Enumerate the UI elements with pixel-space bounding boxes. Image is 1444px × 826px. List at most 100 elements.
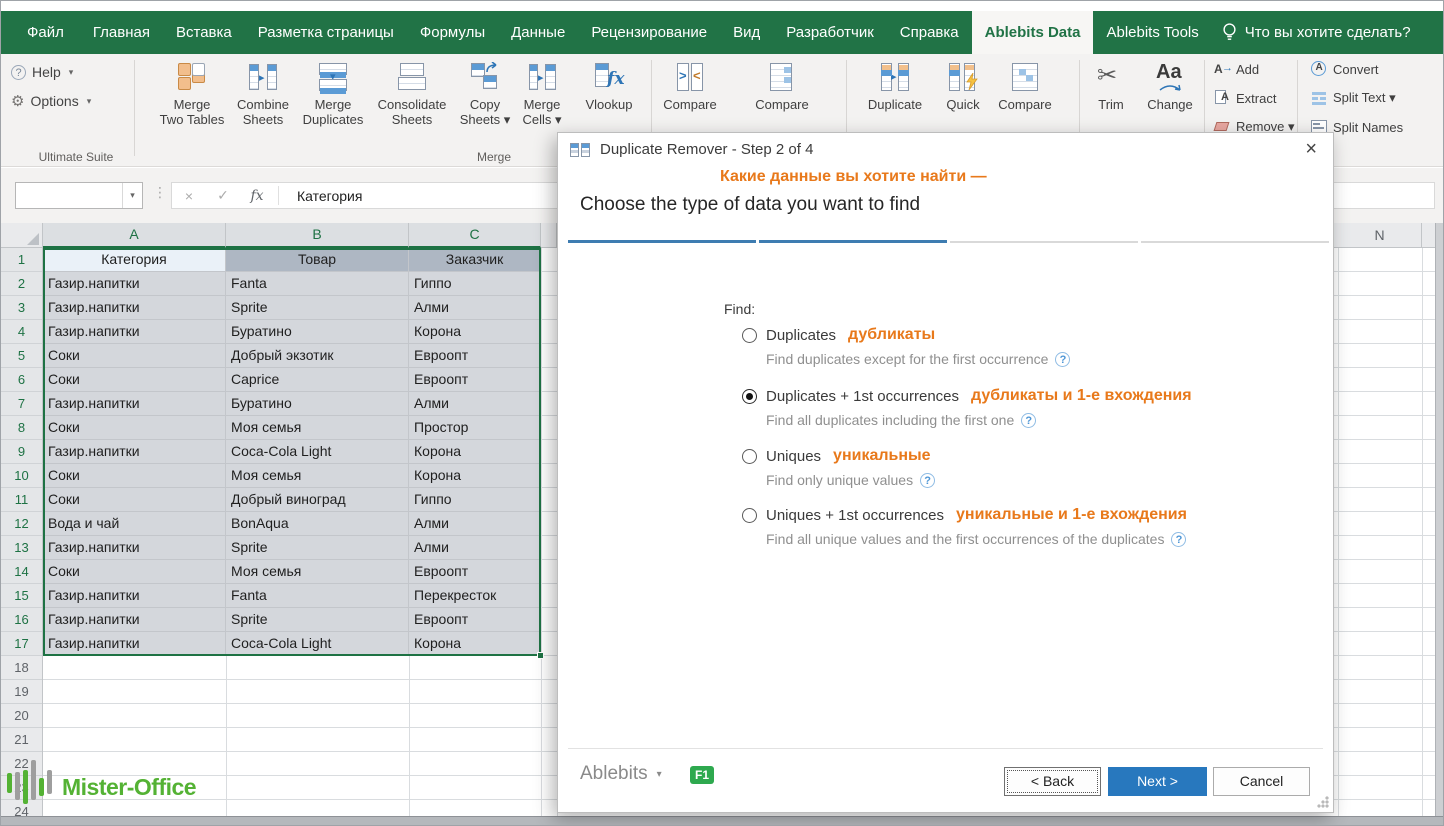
chevron-down-icon[interactable]: ▾	[122, 183, 142, 208]
header-cell[interactable]: Товар	[226, 248, 409, 272]
data-cell[interactable]: Sprite	[226, 536, 409, 560]
help-circle-icon[interactable]	[1055, 352, 1070, 367]
tab-справка[interactable]: Справка	[887, 11, 972, 54]
ablebits-brand-menu[interactable]: Ablebits ▾	[580, 763, 662, 785]
row-header-12[interactable]: 12	[1, 512, 42, 536]
row-header-15[interactable]: 15	[1, 584, 42, 608]
tab-ablebits-data[interactable]: Ablebits Data	[972, 11, 1094, 54]
data-cell[interactable]: Корона	[409, 320, 541, 344]
change-button[interactable]: AaChange	[1128, 59, 1212, 112]
insert-function-icon[interactable]: fx	[240, 188, 274, 204]
help-circle-icon[interactable]	[1171, 532, 1186, 547]
data-cell[interactable]: Моя семья	[226, 416, 409, 440]
header-cell[interactable]: Заказчик	[409, 248, 541, 272]
radio-duplicates[interactable]	[742, 328, 757, 343]
tab-вставка[interactable]: Вставка	[163, 11, 245, 54]
cancel-button[interactable]: Cancel	[1213, 767, 1310, 796]
row-header-14[interactable]: 14	[1, 560, 42, 584]
row-header-19[interactable]: 19	[1, 680, 42, 704]
compare-button[interactable]: Compare	[983, 59, 1067, 112]
row-header-18[interactable]: 18	[1, 656, 42, 680]
formula-content[interactable]: Категория	[297, 188, 362, 204]
option-label[interactable]: Uniques	[766, 448, 821, 465]
data-cell[interactable]: Газир.напитки	[43, 320, 226, 344]
data-cell[interactable]: Газир.напитки	[43, 440, 226, 464]
row-header-3[interactable]: 3	[1, 296, 42, 320]
convert-button[interactable]: AConvert	[1311, 61, 1379, 77]
row-header-1[interactable]: 1	[1, 248, 42, 272]
vlookup-button[interactable]: fxVlookup	[567, 59, 651, 112]
column-header-partial[interactable]	[541, 223, 557, 248]
name-box[interactable]: ▾	[15, 182, 143, 209]
row-header-6[interactable]: 6	[1, 368, 42, 392]
help-circle-icon[interactable]	[1021, 413, 1036, 428]
select-all-corner[interactable]	[1, 223, 43, 248]
column-header-B[interactable]: B	[226, 223, 409, 248]
header-cell[interactable]: Категория	[43, 248, 226, 272]
extract-button[interactable]: AExtract	[1214, 90, 1276, 106]
compare-button[interactable]: Compare	[740, 59, 824, 112]
row-header-16[interactable]: 16	[1, 608, 42, 632]
data-cell[interactable]: Соки	[43, 560, 226, 584]
row-header-13[interactable]: 13	[1, 536, 42, 560]
row-header-7[interactable]: 7	[1, 392, 42, 416]
data-cell[interactable]: Евроопт	[409, 368, 541, 392]
data-cell[interactable]: Моя семья	[226, 560, 409, 584]
cancel-entry-icon[interactable]: ×	[172, 188, 206, 204]
data-cell[interactable]: Буратино	[226, 320, 409, 344]
column-header-N[interactable]: N	[1338, 223, 1422, 248]
data-cell[interactable]: Соки	[43, 488, 226, 512]
data-cell[interactable]: Fanta	[226, 584, 409, 608]
data-cell[interactable]: Газир.напитки	[43, 392, 226, 416]
option-label[interactable]: Duplicates + 1st occurrences	[766, 388, 959, 405]
data-cell[interactable]: Газир.напитки	[43, 632, 226, 656]
formula-bar-splitter[interactable]: ⋮	[153, 184, 167, 201]
data-cell[interactable]: Алми	[409, 512, 541, 536]
row-header-4[interactable]: 4	[1, 320, 42, 344]
help-circle-icon[interactable]	[920, 473, 935, 488]
data-cell[interactable]: Sprite	[226, 608, 409, 632]
data-cell[interactable]: Соки	[43, 368, 226, 392]
vertical-scrollbar[interactable]	[1435, 223, 1443, 817]
data-cell[interactable]: Евроопт	[409, 344, 541, 368]
row-header-10[interactable]: 10	[1, 464, 42, 488]
tab-главная[interactable]: Главная	[80, 11, 163, 54]
data-cell[interactable]: Гиппо	[409, 488, 541, 512]
tab-данные[interactable]: Данные	[498, 11, 578, 54]
tab-рецензирование[interactable]: Рецензирование	[578, 11, 720, 54]
add-button[interactable]: A→Add	[1214, 61, 1259, 77]
data-cell[interactable]: Корона	[409, 632, 541, 656]
data-cell[interactable]: Алми	[409, 392, 541, 416]
option-label[interactable]: Duplicates	[766, 327, 836, 344]
data-cell[interactable]: Sprite	[226, 296, 409, 320]
row-header-17[interactable]: 17	[1, 632, 42, 656]
data-cell[interactable]: Газир.напитки	[43, 296, 226, 320]
data-cell[interactable]: Газир.напитки	[43, 272, 226, 296]
tab-разработчик[interactable]: Разработчик	[773, 11, 886, 54]
data-cell[interactable]: Газир.напитки	[43, 608, 226, 632]
data-cell[interactable]: Газир.напитки	[43, 536, 226, 560]
data-cell[interactable]: Алми	[409, 296, 541, 320]
data-cell[interactable]: Перекресток	[409, 584, 541, 608]
next-button[interactable]: Next >	[1108, 767, 1207, 796]
data-cell[interactable]: Добрый экзотик	[226, 344, 409, 368]
back-button[interactable]: < Back	[1004, 767, 1101, 796]
row-header-5[interactable]: 5	[1, 344, 42, 368]
data-cell[interactable]: Coca-Cola Light	[226, 632, 409, 656]
consolidate-sheets[interactable]: ConsolidateSheets	[370, 59, 454, 127]
data-cell[interactable]: Coca-Cola Light	[226, 440, 409, 464]
data-cell[interactable]: Добрый виноград	[226, 488, 409, 512]
data-cell[interactable]: Caprice	[226, 368, 409, 392]
f1-help-badge[interactable]: F1	[690, 766, 714, 784]
data-cell[interactable]: Алми	[409, 536, 541, 560]
column-header-A[interactable]: A	[43, 223, 226, 248]
data-cell[interactable]: Буратино	[226, 392, 409, 416]
row-header-21[interactable]: 21	[1, 728, 42, 752]
close-icon[interactable]: ×	[1305, 139, 1317, 159]
data-cell[interactable]: Газир.напитки	[43, 584, 226, 608]
data-cell[interactable]: Гиппо	[409, 272, 541, 296]
tab-разметка-страницы[interactable]: Разметка страницы	[245, 11, 407, 54]
compare-button[interactable]: ><Compare	[648, 59, 732, 112]
radio-uniques[interactable]	[742, 449, 757, 464]
tab-формулы[interactable]: Формулы	[407, 11, 498, 54]
